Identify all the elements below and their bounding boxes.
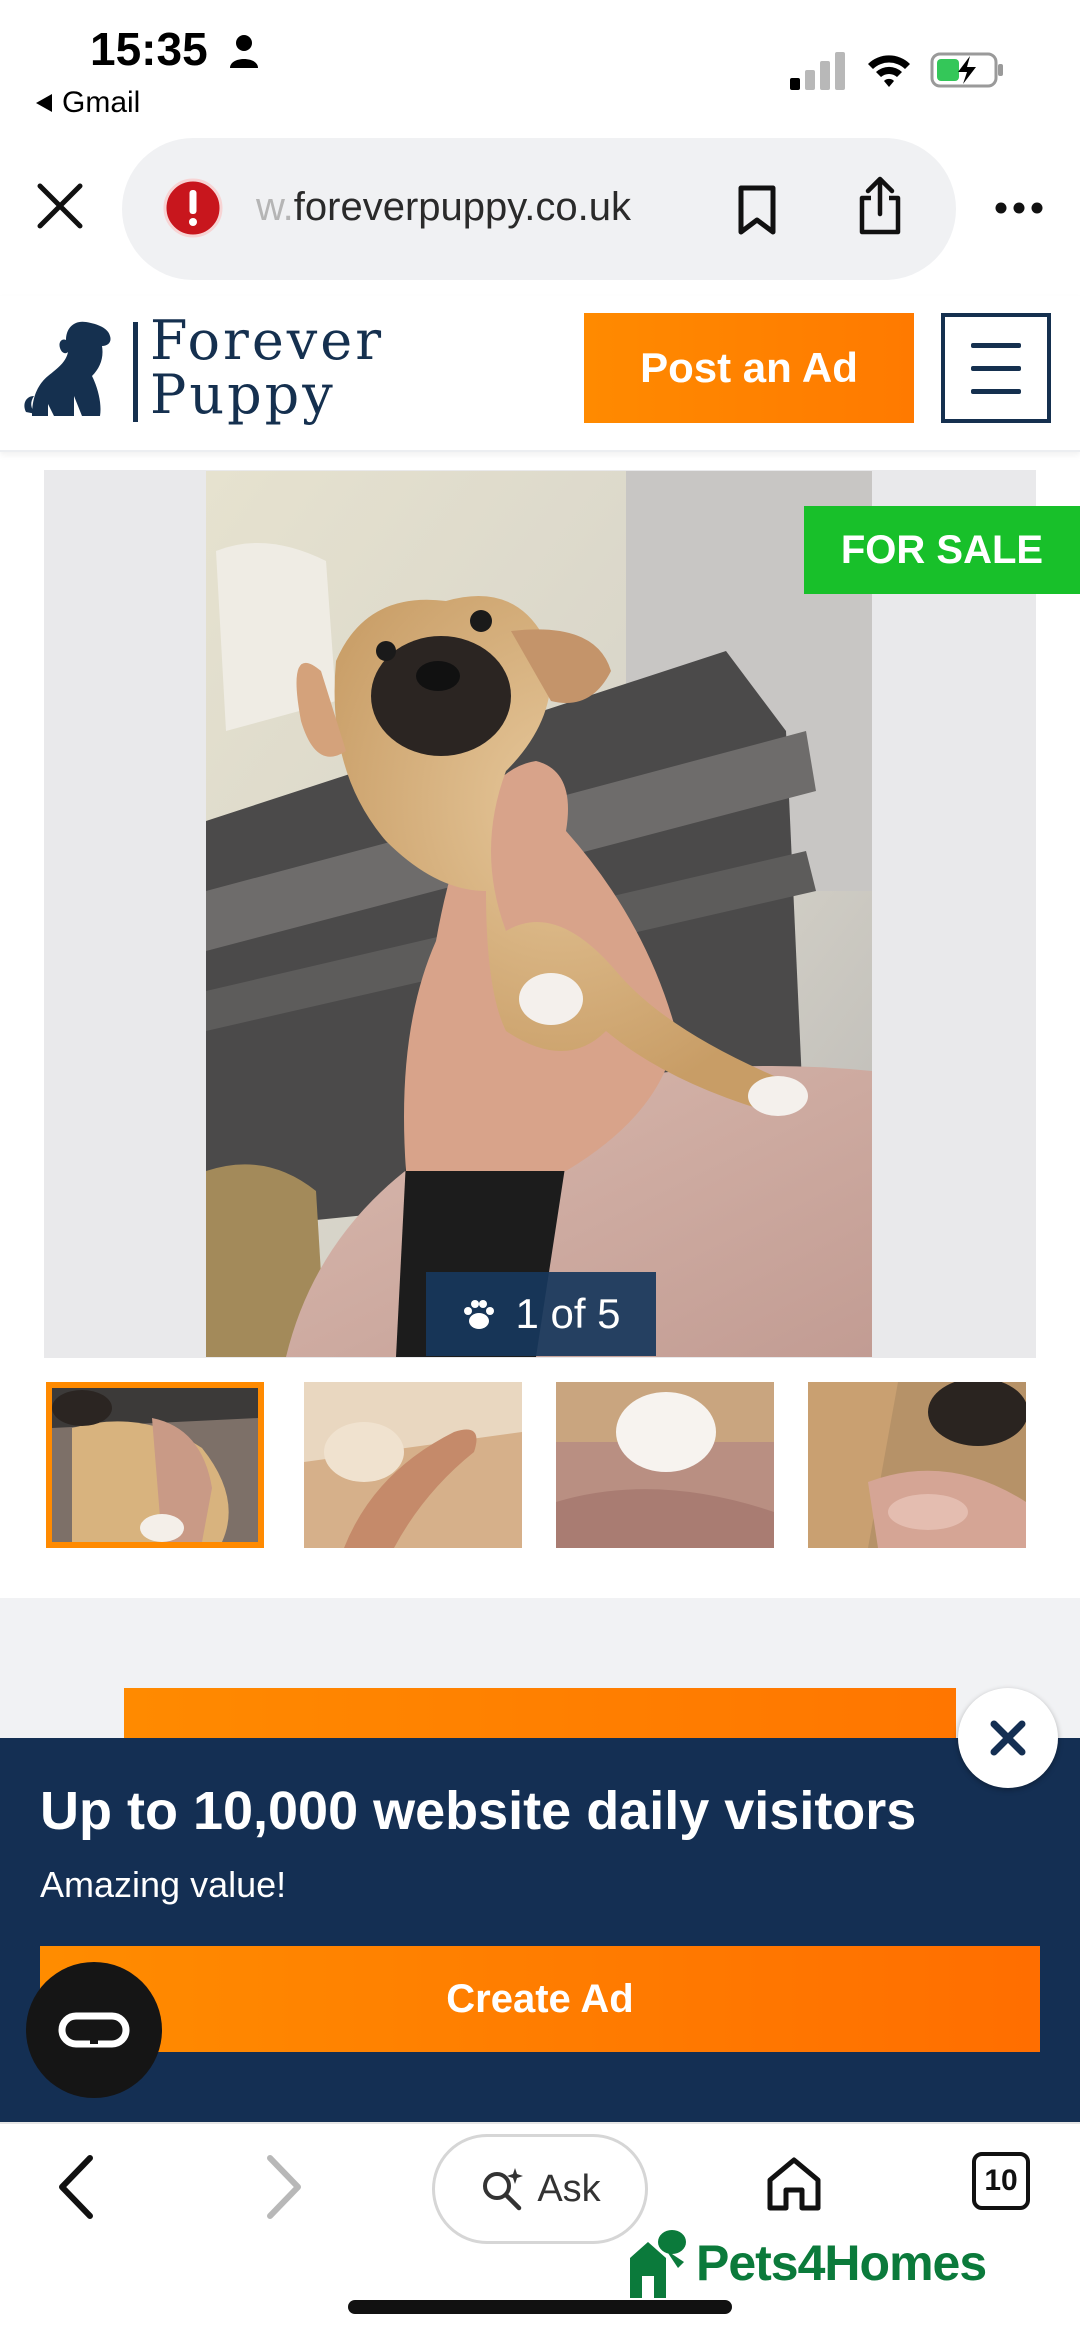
ask-button[interactable]: Ask — [432, 2134, 648, 2244]
url-text[interactable]: w.foreverpuppy.co.uk — [256, 185, 631, 230]
home-indicator[interactable] — [348, 2300, 732, 2314]
ask-label: Ask — [537, 2167, 601, 2210]
pets4homes-logo-icon — [630, 2230, 686, 2298]
site-logo[interactable]: Forever Puppy — [150, 314, 384, 422]
menu-line-icon — [971, 389, 1021, 394]
post-ad-button[interactable]: Post an Ad — [584, 313, 914, 423]
home-icon[interactable] — [764, 2154, 824, 2214]
thumbnail-image — [808, 1382, 1026, 1548]
glasses-icon — [58, 2012, 130, 2048]
close-icon[interactable] — [34, 180, 86, 232]
url-domain: foreverpuppy.co.uk — [293, 185, 632, 229]
logo-line-1: Forever — [150, 309, 385, 372]
share-icon[interactable] — [856, 176, 904, 236]
create-ad-button[interactable]: Create Ad — [40, 1946, 1040, 2052]
main-puppy-photo[interactable] — [206, 471, 872, 1357]
battery-charging-icon — [930, 52, 1003, 88]
close-icon — [990, 1720, 1026, 1756]
promo-subtitle: Amazing value! — [40, 1864, 287, 1905]
bookmark-icon[interactable] — [736, 184, 778, 236]
back-app-label: Gmail — [62, 86, 141, 119]
hamburger-menu-button[interactable] — [941, 313, 1051, 423]
thumbnail-image — [556, 1382, 774, 1548]
status-time: 15:35 — [90, 23, 208, 75]
back-triangle-icon — [36, 94, 52, 112]
thumbnail-1[interactable] — [46, 1382, 264, 1548]
screen: 15:35 Gmail w.foreverpuppy.co.uk Forever… — [0, 0, 1080, 2338]
thumbnail-image — [304, 1382, 522, 1548]
forward-icon[interactable] — [258, 2152, 308, 2222]
for-sale-badge: FOR SALE — [804, 506, 1080, 594]
wifi-icon — [868, 55, 910, 87]
menu-line-icon — [971, 343, 1021, 348]
url-faded-prefix: w. — [256, 185, 294, 229]
promo-close-button[interactable] — [958, 1688, 1058, 1788]
puppy-logo-icon[interactable] — [22, 316, 118, 420]
pets4homes-text: Pets4Homes — [696, 2235, 987, 2291]
photo-counter-text: 1 of 5 — [515, 1290, 621, 1337]
pets4homes-watermark: Pets4Homes — [626, 2228, 987, 2298]
thumbnail-4[interactable] — [808, 1382, 1026, 1548]
logo-divider — [133, 322, 138, 422]
cellular-signal-icon — [790, 52, 845, 90]
logo-line-2: Puppy — [150, 363, 336, 426]
thumbnail-image — [52, 1388, 258, 1542]
sparkle-search-icon — [483, 2168, 524, 2211]
warning-icon[interactable] — [162, 177, 224, 239]
thumbnail-2[interactable] — [304, 1382, 522, 1548]
back-icon[interactable] — [52, 2152, 102, 2222]
person-icon — [230, 35, 258, 68]
more-icon[interactable] — [994, 200, 1044, 216]
paw-icon — [464, 1300, 495, 1329]
tabs-button[interactable]: 10 — [972, 2152, 1030, 2210]
back-to-app-link[interactable]: Gmail — [34, 86, 140, 120]
promo-title: Up to 10,000 website daily visitors — [40, 1781, 917, 1841]
thumbnail-3[interactable] — [556, 1382, 774, 1548]
photo-counter: 1 of 5 — [426, 1272, 656, 1356]
chat-assistant-button[interactable] — [26, 1962, 162, 2098]
menu-line-icon — [971, 366, 1021, 371]
